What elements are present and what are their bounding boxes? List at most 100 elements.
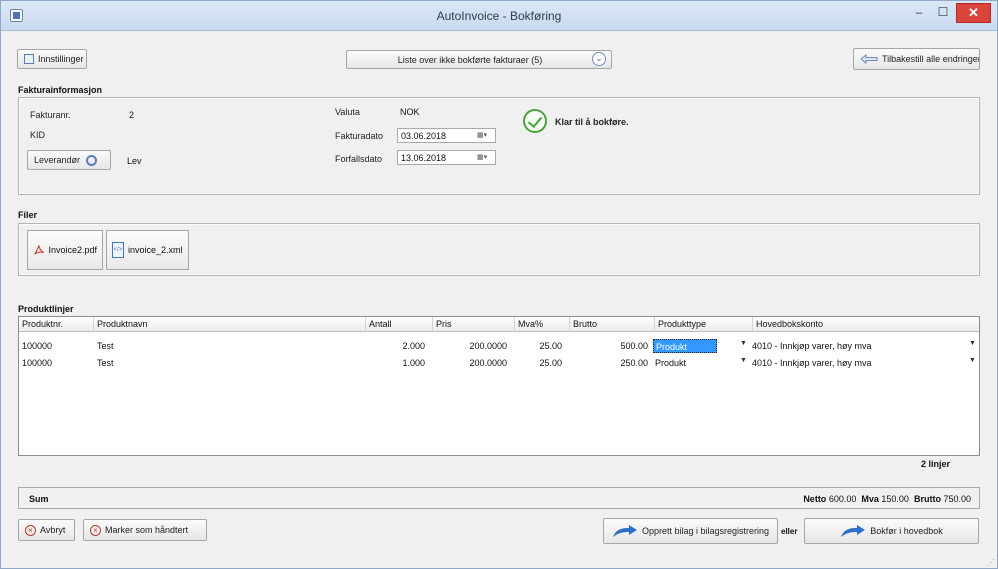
window-title: AutoInvoice - Bokføring: [436, 9, 562, 23]
vat-value: 150.00: [881, 494, 909, 504]
minimize-button[interactable]: –: [907, 3, 931, 23]
invoice-date-value: 03.06.2018: [401, 131, 447, 141]
net-label: Netto: [803, 494, 827, 504]
table-row[interactable]: 100000 Test 1.000 200.0000 25.00 250.00 …: [19, 355, 979, 371]
cell-vat: 25.00: [539, 358, 562, 368]
file-xml[interactable]: </> invoice_2.xml: [106, 230, 189, 270]
sum-label: Sum: [29, 494, 49, 504]
invoice-no-value: 2: [129, 110, 135, 120]
vat-label: Mva: [861, 494, 879, 504]
product-lines-table[interactable]: Produktnr. Produktnavn Antall Pris Mva% …: [18, 316, 980, 456]
undo-arrow-icon: [860, 54, 878, 64]
cancel-button[interactable]: × Avbryt: [18, 519, 75, 541]
col-product-name[interactable]: Produktnavn: [94, 317, 366, 332]
close-button[interactable]: ✕: [956, 3, 991, 23]
unposted-invoices-label: Liste over ikke bokførte fakturaer (5): [397, 54, 543, 65]
search-icon: [86, 154, 98, 166]
reset-changes-button[interactable]: Tilbakestill alle endringer: [853, 48, 980, 70]
create-voucher-label: Opprett bilag i bilagsregistrering: [641, 526, 770, 536]
supplier-name: Lev: [127, 156, 142, 166]
pdf-icon: [34, 245, 44, 255]
reset-changes-label: Tilbakestill alle endringer: [882, 54, 980, 64]
due-date-value: 13.06.2018: [401, 153, 447, 163]
due-date-label: Forfallsdato: [335, 154, 383, 164]
cell-product-name: Test: [97, 358, 114, 368]
cell-product-no: 100000: [22, 358, 53, 368]
chevron-down-icon[interactable]: ▼: [969, 340, 976, 347]
col-ledger-account[interactable]: Hovedbokskonto: [753, 317, 979, 332]
kid-label: KID: [30, 130, 46, 140]
cancel-icon: ×: [25, 524, 36, 536]
invoice-info-heading: Fakturainformasjon: [18, 85, 103, 95]
check-circle-icon: [523, 109, 547, 133]
settings-button-label: Innstillinger: [38, 54, 84, 64]
col-product-no[interactable]: Produktnr.: [19, 317, 94, 332]
table-header: Produktnr. Produktnavn Antall Pris Mva% …: [19, 317, 979, 332]
table-row[interactable]: 100000 Test 2.000 200.0000 25.00 500.00 …: [19, 338, 979, 354]
main-window: AutoInvoice - Bokføring – ☐ ✕ Innstillin…: [0, 0, 998, 569]
ledger-account-select[interactable]: 4010 - Innkjøp varer, høy mva: [749, 355, 959, 371]
chevron-down-icon[interactable]: ▼: [740, 340, 747, 347]
gross-value: 750.00: [943, 494, 971, 504]
xml-file-icon: </>: [112, 242, 124, 258]
invoice-date-picker[interactable]: 03.06.2018 ▦▾: [397, 128, 496, 143]
file-pdf-name: Invoice2.pdf: [48, 245, 97, 255]
product-type-select[interactable]: Produkt: [653, 339, 717, 353]
mark-handled-button[interactable]: × Marker som håndtert: [83, 519, 207, 541]
product-type-select[interactable]: Produkt: [653, 356, 717, 370]
due-date-picker[interactable]: 13.06.2018 ▦▾: [397, 150, 496, 165]
net-value: 600.00: [828, 494, 857, 504]
invoice-date-label: Fakturadato: [335, 131, 384, 141]
file-pdf[interactable]: Invoice2.pdf: [27, 230, 103, 270]
cancel-label: Avbryt: [40, 525, 66, 535]
chevron-down-icon[interactable]: ▼: [740, 357, 747, 364]
create-voucher-button[interactable]: Opprett bilag i bilagsregistrering: [603, 518, 778, 544]
arrow-right-icon: [612, 525, 637, 537]
cell-price: 200.0000: [469, 341, 507, 351]
cell-qty: 2.000: [402, 341, 425, 351]
settings-icon: [24, 54, 34, 64]
calendar-icon[interactable]: ▦▾: [477, 131, 491, 141]
col-vat[interactable]: Mva%: [515, 317, 570, 332]
cell-vat: 25.00: [539, 341, 562, 351]
files-heading: Filer: [18, 210, 38, 220]
summary-bar: Sum Netto 600.00 Mva 150.00 Brutto 750.0…: [18, 487, 980, 509]
col-product-type[interactable]: Produkttype: [655, 317, 753, 332]
post-to-ledger-label: Bokfør i hovedbok: [870, 526, 943, 536]
supplier-search-button[interactable]: Leverandør: [27, 150, 111, 170]
col-qty[interactable]: Antall: [366, 317, 433, 332]
chevron-down-icon[interactable]: ▼: [969, 357, 976, 364]
mark-handled-label: Marker som håndtert: [105, 525, 189, 535]
cell-gross: 250.00: [620, 358, 648, 368]
cell-product-name: Test: [97, 341, 114, 351]
currency-value: NOK: [400, 107, 420, 117]
invoice-no-label: Fakturanr.: [30, 110, 71, 120]
cell-qty: 1.000: [402, 358, 425, 368]
arrow-right-icon: [841, 525, 866, 537]
or-text: eller: [781, 527, 798, 536]
maximize-button[interactable]: ☐: [931, 3, 955, 23]
supplier-button-label: Leverandør: [34, 155, 81, 165]
col-gross[interactable]: Brutto: [570, 317, 655, 332]
line-count: 2 linjer: [921, 459, 951, 469]
settings-button[interactable]: Innstillinger: [17, 49, 87, 69]
file-xml-name: invoice_2.xml: [128, 245, 183, 255]
totals: Netto 600.00 Mva 150.00 Brutto 750.00: [803, 494, 971, 504]
title-bar[interactable]: AutoInvoice - Bokføring – ☐ ✕: [1, 1, 997, 31]
cell-price: 200.0000: [469, 358, 507, 368]
status-text: Klar til å bokføre.: [555, 117, 629, 127]
chevron-down-icon[interactable]: ⌄: [592, 52, 606, 66]
resize-grip-icon[interactable]: ⋰: [987, 558, 996, 567]
cell-product-no: 100000: [22, 341, 53, 351]
calendar-icon[interactable]: ▦▾: [477, 153, 491, 163]
cancel-icon: ×: [90, 524, 101, 536]
post-to-ledger-button[interactable]: Bokfør i hovedbok: [804, 518, 979, 544]
product-lines-heading: Produktlinjer: [18, 304, 74, 314]
invoice-info-group: Fakturanr. 2 KID Lev Valuta NOK Fakturad…: [18, 97, 980, 195]
ledger-account-select[interactable]: 4010 - Innkjøp varer, høy mva: [749, 338, 959, 354]
unposted-invoices-dropdown[interactable]: Liste over ikke bokførte fakturaer (5): [346, 50, 612, 69]
cell-gross: 500.00: [620, 341, 648, 351]
currency-label: Valuta: [335, 107, 360, 117]
gross-label: Brutto: [913, 494, 941, 504]
col-price[interactable]: Pris: [433, 317, 515, 332]
